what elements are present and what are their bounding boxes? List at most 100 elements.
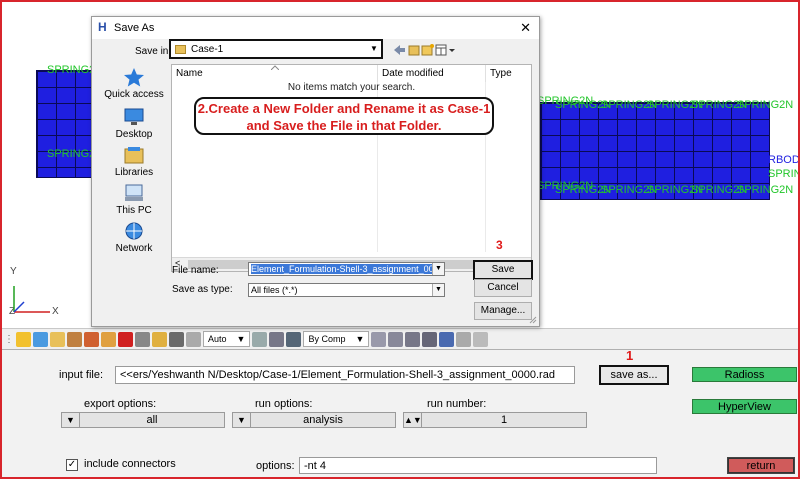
run-options-value: analysis bbox=[303, 414, 343, 426]
analysis-panel: input file: <<ers/Yeshwanth N/Desktop/Ca… bbox=[2, 348, 798, 477]
solid-icon[interactable] bbox=[439, 331, 455, 347]
options-field[interactable]: -nt 4 bbox=[299, 457, 657, 474]
input-file-label: input file: bbox=[59, 369, 104, 381]
find-icon[interactable] bbox=[169, 331, 184, 347]
selection-icon[interactable] bbox=[186, 331, 201, 347]
star-icon bbox=[124, 68, 144, 87]
back-icon[interactable] bbox=[394, 45, 405, 55]
chevron-down-icon[interactable]: ▼ bbox=[369, 43, 379, 55]
dialog-title: Save As bbox=[114, 22, 155, 34]
place-label: Libraries bbox=[114, 167, 154, 178]
toolbar-grip-icon: ⋮ bbox=[4, 333, 14, 345]
components-icon[interactable] bbox=[33, 331, 48, 347]
save-as-type-value: All files (*.*) bbox=[251, 285, 298, 295]
file-name-field[interactable]: Element_Formulation-Shell-3_assignment_0… bbox=[248, 262, 445, 276]
selection-mode-value: Auto bbox=[208, 334, 227, 344]
plane-icon[interactable] bbox=[422, 331, 438, 347]
save-in-label: Save in: bbox=[135, 46, 172, 57]
place-this-pc[interactable]: This PC bbox=[102, 183, 166, 216]
dialog-nav-toolbar bbox=[394, 44, 455, 56]
place-label: Network bbox=[115, 243, 153, 254]
place-desktop[interactable]: Desktop bbox=[102, 107, 166, 140]
spring-label: SPRING2N bbox=[737, 99, 794, 111]
file-name-label: File name: bbox=[172, 265, 219, 276]
run-options-select[interactable]: ▼ analysis bbox=[232, 412, 396, 428]
export-options-select[interactable]: ▼ all bbox=[61, 412, 225, 428]
column-header-date-modified[interactable]: Date modified bbox=[378, 65, 486, 82]
color-mode-select[interactable]: By Comp ▼ bbox=[303, 331, 370, 347]
cube-icon[interactable] bbox=[286, 331, 302, 347]
sort-chevron-icon bbox=[271, 65, 279, 70]
manage-button[interactable]: Manage... bbox=[474, 302, 532, 320]
star-icon[interactable] bbox=[16, 331, 31, 347]
spring-label: SPRING2 bbox=[47, 64, 96, 76]
delete-icon[interactable] bbox=[118, 331, 133, 347]
run-number-value: 1 bbox=[500, 414, 508, 426]
place-label: Desktop bbox=[115, 129, 153, 140]
file-list[interactable]: Name Date modified Type No items match y… bbox=[171, 64, 532, 272]
save-as-button[interactable]: save as... bbox=[599, 365, 669, 385]
save-as-type-label: Save as type: bbox=[172, 284, 233, 295]
place-network[interactable]: Network bbox=[102, 221, 166, 254]
perspective-icon[interactable] bbox=[456, 331, 472, 347]
places-bar: Quick access Desktop Libraries This PC N… bbox=[102, 67, 166, 263]
stepper-icon[interactable]: ▲▼ bbox=[404, 413, 422, 427]
spring-label: SPRING2 bbox=[47, 148, 96, 160]
materials-icon[interactable] bbox=[84, 331, 99, 347]
run-number-label: run number: bbox=[427, 398, 487, 410]
include-connectors-label: include connectors bbox=[84, 458, 176, 470]
return-button[interactable]: return bbox=[727, 457, 795, 474]
loadcol-icon[interactable] bbox=[101, 331, 116, 347]
save-in-dropdown[interactable]: Case-1 ▼ bbox=[169, 39, 383, 59]
line-icon[interactable] bbox=[405, 331, 421, 347]
chevron-down-icon[interactable]: ▼ bbox=[432, 263, 444, 275]
save-button[interactable]: Save bbox=[473, 260, 533, 280]
spring-label: SPRING2N bbox=[737, 184, 794, 196]
dialog-titlebar[interactable]: H Save As ✕ bbox=[92, 17, 539, 39]
place-libraries[interactable]: Libraries bbox=[102, 145, 166, 178]
axis-triad-icon bbox=[13, 286, 50, 313]
place-quick-access[interactable]: Quick access bbox=[102, 67, 166, 100]
chevron-down-icon[interactable]: ▼ bbox=[233, 413, 251, 427]
file-name-value: Element_Formulation-Shell-3_assignment_0… bbox=[251, 264, 444, 274]
instruction-callout: 2.Create a New Folder and Rename it as C… bbox=[194, 97, 494, 135]
save-as-type-select[interactable]: All files (*.*) ▼ bbox=[248, 283, 445, 297]
libraries-icon bbox=[124, 147, 144, 164]
spring-label: SPRING2N bbox=[768, 168, 798, 180]
resize-grip-icon[interactable] bbox=[529, 316, 537, 324]
column-header-type[interactable]: Type bbox=[486, 65, 533, 82]
mesh-display-icon[interactable] bbox=[371, 331, 387, 347]
cancel-button[interactable]: Cancel bbox=[474, 279, 532, 297]
close-icon[interactable]: ✕ bbox=[520, 20, 531, 36]
chevron-down-icon[interactable]: ▼ bbox=[432, 284, 444, 296]
view-icon[interactable] bbox=[252, 331, 268, 347]
wireframe-icon[interactable] bbox=[388, 331, 404, 347]
step-marker: 1 bbox=[626, 348, 634, 363]
save-as-dialog: H Save As ✕ Save in: Case-1 ▼ Quick acce… bbox=[91, 16, 540, 327]
computer-icon bbox=[125, 184, 143, 201]
new-folder-icon[interactable] bbox=[421, 44, 434, 56]
chevron-down-icon[interactable]: ▼ bbox=[62, 413, 80, 427]
input-file-field[interactable]: <<ers/Yeshwanth N/Desktop/Case-1/Element… bbox=[115, 366, 575, 384]
assemblies-icon[interactable] bbox=[50, 331, 65, 347]
network-icon bbox=[125, 222, 143, 240]
run-options-label: run options: bbox=[255, 398, 313, 410]
chevron-down-icon: ▼ bbox=[236, 334, 246, 344]
display-icon[interactable] bbox=[152, 331, 167, 347]
selection-mode-select[interactable]: Auto ▼ bbox=[203, 331, 251, 347]
mask-icon[interactable] bbox=[135, 331, 150, 347]
save-in-value: Case-1 bbox=[191, 44, 224, 55]
chevron-down-icon: ▼ bbox=[355, 334, 365, 344]
up-folder-icon[interactable] bbox=[408, 45, 420, 56]
shade-icon[interactable] bbox=[269, 331, 285, 347]
desktop-icon bbox=[124, 108, 144, 125]
include-connectors-checkbox[interactable]: ✓ bbox=[66, 459, 78, 471]
view-menu-icon[interactable] bbox=[435, 44, 455, 56]
properties-icon[interactable] bbox=[67, 331, 82, 347]
hyperview-button[interactable]: HyperView bbox=[692, 399, 797, 414]
options-label: options: bbox=[256, 460, 295, 472]
place-label: Quick access bbox=[104, 89, 164, 100]
radioss-button[interactable]: Radioss bbox=[692, 367, 797, 382]
capture-icon[interactable] bbox=[473, 331, 489, 347]
run-number-stepper[interactable]: ▲▼ 1 bbox=[403, 412, 587, 428]
